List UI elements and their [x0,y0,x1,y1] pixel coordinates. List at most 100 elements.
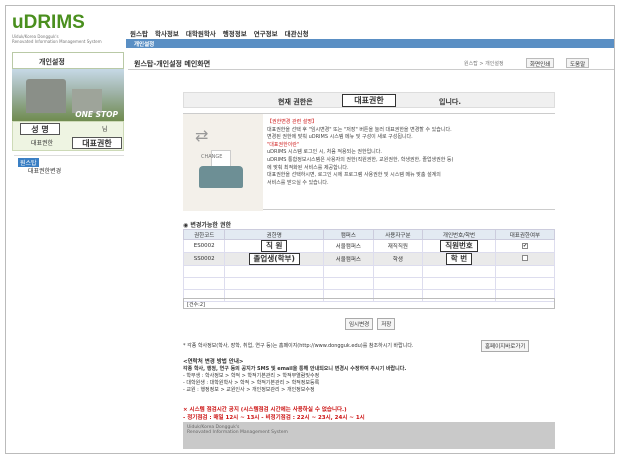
role-label: 대표권한 [31,140,54,147]
empty-row [182,265,556,278]
table-cell: 서울캠퍼스 [323,239,374,253]
table-cell: 졸업생(학부) [224,252,325,266]
top-menu-item[interactable]: 대관신청 [285,28,309,38]
guide-item: - 대학원생 : 대학원학사 > 학적 > 학적기본관리 > 학적정보등록 [183,380,320,386]
info-line: 대표권한을 선택하시면, 로그인 시에 프로그램 사용권한 및 시스템 메뉴 맞… [267,172,441,179]
empty-cell [224,277,325,290]
column-header: 개인번호/학번 [422,229,496,240]
empty-cell [372,265,424,278]
role-suffix: 입니다. [439,98,461,106]
table-title: ◉ 변경가능한 권한 [183,222,232,229]
table-cell: 재직직원 [372,239,424,253]
primary-role-checkbox[interactable] [521,255,528,261]
top-menu-item[interactable]: 대학원학사 [186,28,216,38]
empty-row [182,277,556,290]
column-header: 대표권한여부 [494,229,556,240]
top-menu-item[interactable]: 연구정보 [254,28,278,38]
table-row[interactable]: ES0002 직 원 서울캠퍼스 재직직원 직원번호 ✔ [182,239,556,253]
column-header: 사용자구분 [372,229,424,240]
breadcrumb: 원스탑 > 개인설정 [464,61,504,67]
role-table: 권한코드 권한명 캠퍼스 사용자구분 개인번호/학번 대표권한여부 ES0002 직 원 서울캠… [182,229,556,302]
info-line: 【권한변경 관련 설명】 [267,119,317,125]
empty-cell [422,277,496,290]
sub-navbar: 개인설정 [126,39,614,48]
column-header: 캠퍼스 [323,229,374,240]
top-menu: 원스탑 학사정보 대학원학사 행정정보 연구정보 대관신청 [130,28,309,38]
maintenance-times: - 정기점검 : 매일 12시 ~ 13시 - 비정기점검 : 22시 ~ 23… [183,415,365,421]
guide-item: - 교원 : 행정정보 > 교원인사 > 개인정보관리 > 개인정보수정 [183,387,315,393]
empty-cell [372,277,424,290]
empty-cell [182,265,226,278]
sidebar-title: 개인설정 [12,52,124,69]
info-note: * 각종 학사정보(학사, 장학, 취업, 연구 등)는 홈페이지(http:/… [183,343,414,349]
highlighted-value: 학 번 [445,253,473,265]
top-menu-item[interactable]: 학사정보 [155,28,179,38]
campus-photo: ONE STOP [12,69,124,121]
print-button[interactable]: 화면인쇄 [526,58,555,68]
footer: Uiduk/Korea Dongguk's Renovated Informat… [183,422,555,449]
logo-text: uDRIMS [12,12,85,33]
role-prefix: 현재 권한은 [278,98,313,106]
guide-title: <연락처 변경 방법 안내> [183,359,244,365]
navbar-label[interactable]: 개인설정 [134,40,154,48]
typewriter-icon [199,166,243,188]
empty-cell [323,277,374,290]
table-cell: 학생 [372,252,424,266]
help-button[interactable]: 도움말 [566,58,590,68]
highlighted-value: 졸업생(학부) [248,253,300,265]
info-line: uDRIMS 통합정보시스템은 사용자의 권한(직원권한, 교원권한, 학생권한… [267,156,454,163]
save-button[interactable]: 저장 [377,318,396,330]
info-line: uDRIMS 시스템 로그인 시, 처음 적용되는 권한입니다. [267,149,382,156]
page-title: 원스탑-개인설정 메인화면 [134,60,211,68]
empty-cell [494,277,556,290]
record-count: [건수:2] [183,298,555,309]
table-cell: 학 번 [422,252,496,266]
column-header: 권한코드 [182,229,226,240]
top-menu-item[interactable]: 행정정보 [223,28,247,38]
empty-cell [323,265,374,278]
sidebar-tree: 원스탑 대표권한변경 [14,155,124,453]
temp-change-button[interactable]: 임시변경 [345,318,374,330]
photo-caption: ONE STOP [75,110,118,119]
user-name: 성 명 [20,123,60,135]
table-row[interactable]: SS0002 졸업생(학부) 서울캠퍼스 학생 학 번 [182,252,556,266]
tree-item-role-change[interactable]: 대표권한변경 [28,166,61,175]
table-cell: ES0002 [182,239,226,253]
logo-sub2: Renovated Information Management System [12,39,102,44]
homepage-button[interactable]: 홈페이지바로가기 [481,340,530,352]
table-cell [494,252,556,266]
change-label: CHANGE [201,154,223,160]
empty-cell [422,265,496,278]
table-cell: ✔ [494,239,556,253]
footer-line2: Renovated Information Management System [187,430,288,435]
guide-bold: 각종 학사, 행정, 연구 등의 공지가 SMS 및 email을 통해 안내되… [183,366,407,372]
table-cell: 직원번호 [422,239,496,253]
info-line: 서비스를 받으실 수 있습니다. [267,179,329,186]
typewriter-illustration: ⇄ CHANGE [183,114,263,211]
current-role-value: 대표권한 [342,94,396,107]
name-suffix: 님 [102,126,108,133]
info-box: ⇄ CHANGE 【권한변경 관련 설명】 대표권한을 선택 후 "임시변경" 또… [183,113,555,211]
empty-cell [182,277,226,290]
table-title-text: 변경가능한 권한 [190,222,232,229]
current-role-bar: 현재 권한은 대표권한 입니다. [183,92,555,108]
table-cell: 직 원 [224,239,325,253]
udrims-logo[interactable]: uDRIMS Uiduk/Korea Dongguk's Renovated I… [12,12,112,48]
info-line: 변경된 권한에 맞춰 uDRIMS 시스템 메뉴 및 구성이 새로 구성됩니다. [267,134,413,141]
top-menu-item[interactable]: 원스탑 [130,28,148,38]
page-header: 원스탑-개인설정 메인화면 원스탑 > 개인설정 화면인쇄 도움말 [128,57,614,70]
contact-guide: <연락처 변경 방법 안내> 각종 학사, 행정, 연구 등의 공지가 SMS … [183,359,555,394]
info-text: 【권한변경 관련 설명】 대표권한을 선택 후 "임시변경" 또는 "저장" 버튼… [267,119,552,187]
maintenance-notice: × 시스템 점검시간 공지 (시스템점검 시간에는 사용하실 수 없습니다.) [183,407,347,413]
highlighted-value: 직원번호 [440,240,478,252]
primary-role-checkbox[interactable]: ✔ [521,243,528,249]
table-cell: 서울캠퍼스 [323,252,374,266]
action-buttons: 임시변경 저장 [345,318,396,330]
highlighted-value: 직 원 [261,240,288,252]
column-header: 권한명 [224,229,325,240]
table-cell: SS0002 [182,252,226,266]
user-role: 대표권한 [72,137,122,149]
guide-item: - 학부생 : 학사정보 > 학적 > 학적기본관리 > 학적부열람및수정 [183,373,320,379]
empty-cell [494,265,556,278]
swap-arrows-icon: ⇄ [195,126,209,145]
